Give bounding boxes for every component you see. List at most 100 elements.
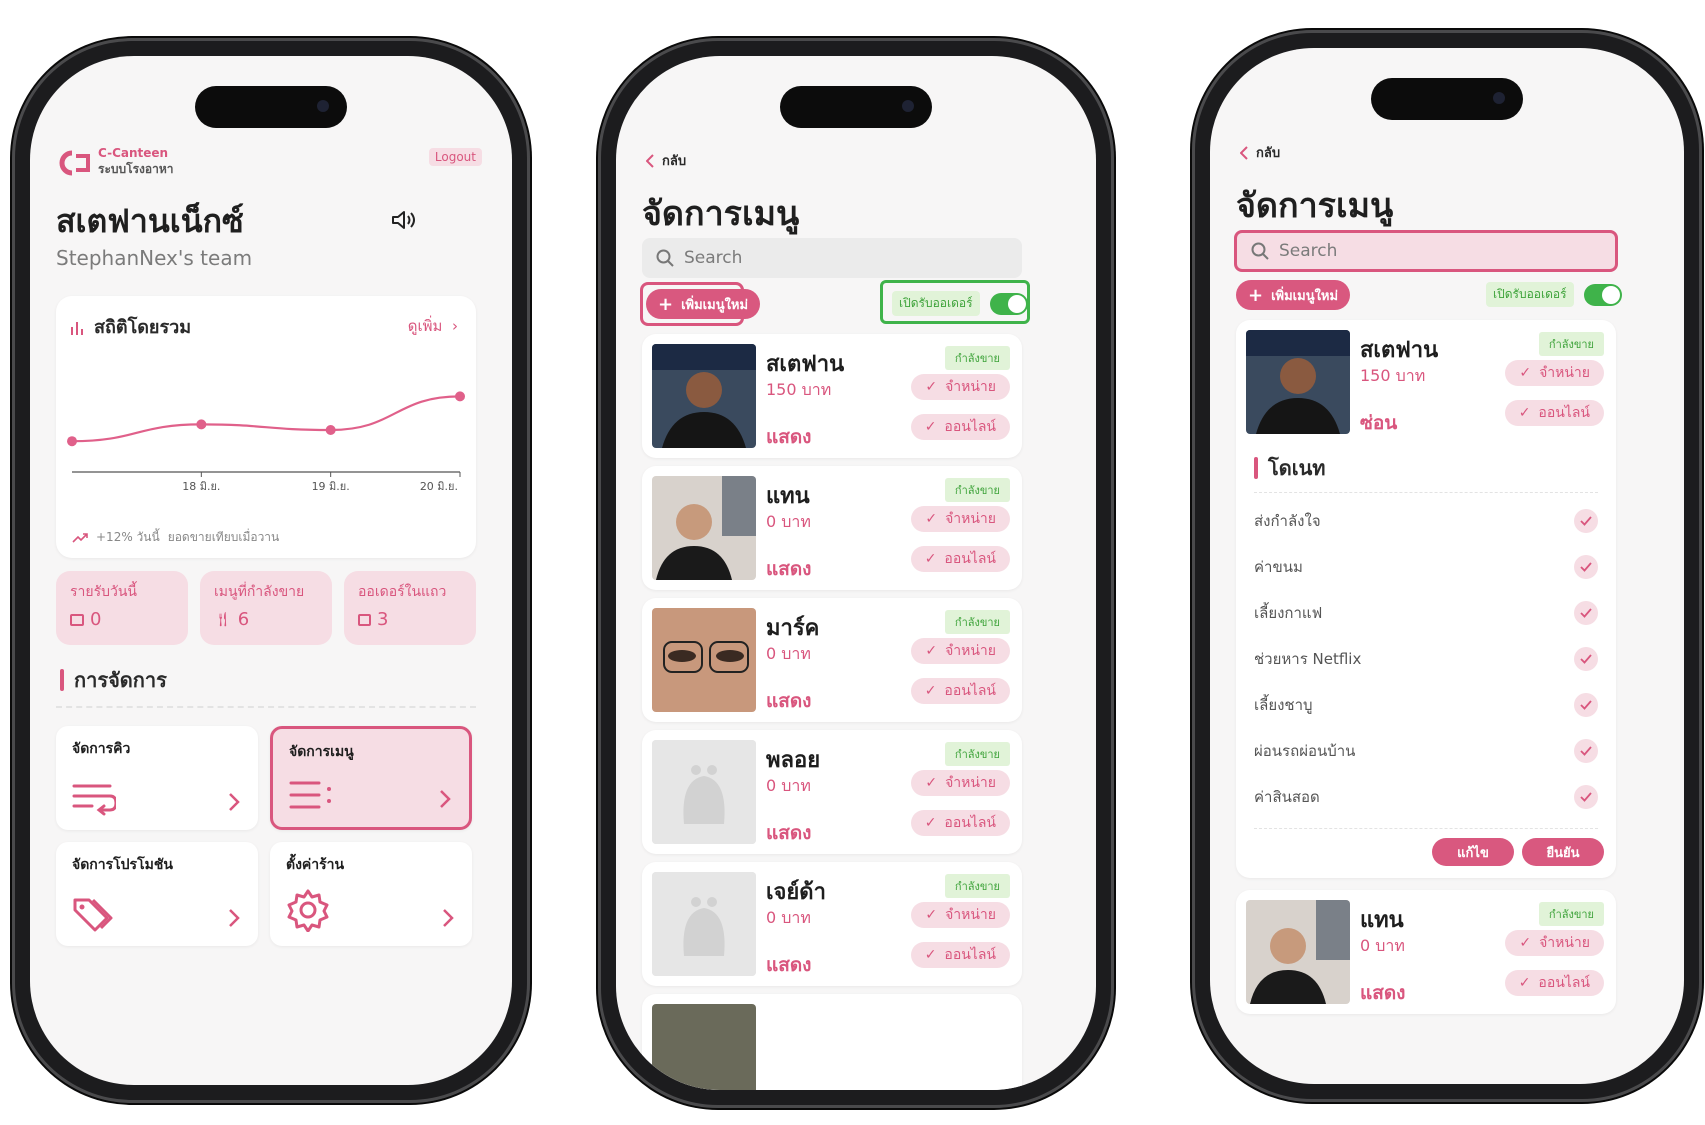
menu-item-card[interactable]: เจย์ด้า 0 บาท แสดง กำลังขาย ✓ จำหน่าย ✓ ออ…: [642, 862, 1022, 986]
sell-chip[interactable]: ✓ จำหน่าย: [911, 902, 1010, 928]
data-point: [325, 425, 336, 435]
back-button[interactable]: กลับ: [646, 150, 686, 171]
menu-item-card[interactable]: แทน 0 บาท แสดง กำลังขาย ✓ จำหน่าย ✓ ออนไลน…: [642, 466, 1022, 590]
check-icon[interactable]: [1574, 693, 1598, 717]
menu-visibility[interactable]: แสดง: [1360, 978, 1405, 1008]
open-orders-label: เปิดรับออเดอร์: [1486, 282, 1574, 307]
data-point: [196, 419, 207, 430]
manage-card-title: จัดการโปรโมชัน: [72, 857, 173, 873]
donate-option[interactable]: ค่าขนม: [1254, 552, 1598, 582]
check-icon[interactable]: [1574, 785, 1598, 809]
menu-photo: [652, 476, 756, 580]
kpi-label: เมนูที่กำลังขาย: [214, 584, 305, 600]
check-icon[interactable]: [1574, 601, 1598, 625]
manage-queue-card[interactable]: จัดการคิว: [56, 726, 258, 830]
manage-section-title: การจัดการ: [74, 668, 167, 692]
logout-button[interactable]: Logout: [428, 148, 482, 166]
bar-chart-icon: [71, 321, 83, 335]
donate-option[interactable]: ค่าสินสอด: [1254, 782, 1598, 812]
menu-photo: [652, 740, 756, 844]
sell-chip[interactable]: ✓ จำหน่าย: [911, 506, 1010, 532]
back-button[interactable]: กลับ: [1240, 142, 1280, 163]
sell-label: จำหน่าย: [945, 511, 996, 527]
menu-price: 150 บาท: [766, 380, 832, 399]
donate-option-label: เลี้ยงชาบู: [1254, 696, 1313, 714]
add-menu-button[interactable]: + เพิ่มเมนูใหม่: [1236, 280, 1351, 310]
menu-visibility[interactable]: แสดง: [766, 686, 811, 716]
x-tick-label: 18 มิ.ย.: [182, 480, 220, 493]
check-icon[interactable]: [1574, 509, 1598, 533]
search-icon: [1251, 242, 1269, 260]
online-chip[interactable]: ✓ ออนไลน์: [910, 414, 1010, 440]
add-menu-button[interactable]: + เพิ่มเมนูใหม่: [646, 289, 761, 319]
edit-button[interactable]: แก้ไข: [1432, 838, 1514, 866]
confirm-button[interactable]: ยืนยัน: [1522, 838, 1604, 866]
menu-price: 0 บาท: [1360, 936, 1405, 955]
shop-settings-card[interactable]: ตั้งค่าร้าน: [270, 842, 472, 946]
search-input[interactable]: Search: [642, 238, 1022, 278]
manage-promotion-card[interactable]: จัดการโปรโมชัน: [56, 842, 258, 946]
check-icon: ✓: [1518, 975, 1531, 991]
open-orders-group: เปิดรับออเดอร์: [1486, 282, 1622, 307]
check-icon: ✓: [925, 511, 938, 527]
online-chip[interactable]: ✓ ออนไลน์: [910, 678, 1010, 704]
menu-visibility[interactable]: แสดง: [766, 554, 811, 584]
phone-home: C-Canteen ระบบโรงอาหา Logout สเตฟานเน็กซ…: [12, 38, 530, 1103]
check-icon[interactable]: [1574, 647, 1598, 671]
online-chip[interactable]: ✓ ออนไลน์: [1504, 970, 1604, 996]
online-chip[interactable]: ✓ ออนไลน์: [1504, 400, 1604, 426]
online-label: ออนไลน์: [944, 419, 996, 435]
manage-menu-card[interactable]: จัดการเมนู: [270, 726, 472, 830]
online-chip[interactable]: ✓ ออนไลน์: [910, 810, 1010, 836]
menu-item-card[interactable]: มาร์ค 0 บาท แสดง กำลังขาย ✓ จำหน่าย ✓ ออนไ…: [642, 598, 1022, 722]
sell-chip[interactable]: ✓ จำหน่าย: [1505, 930, 1604, 956]
kpi-orders-queue[interactable]: ออเดอร์ในแถว 3: [344, 571, 476, 645]
manage-card-title: ตั้งค่าร้าน: [286, 857, 345, 873]
menu-visibility[interactable]: ซ่อน: [1360, 408, 1397, 438]
back-label: กลับ: [1256, 146, 1281, 161]
chevron-right-icon: [229, 793, 240, 811]
menu-item-card[interactable]: สเตฟาน 150 บาท แสดง กำลังขาย ✓ จำหน่าย ✓ อ…: [642, 334, 1022, 458]
online-chip[interactable]: ✓ ออนไลน์: [910, 546, 1010, 572]
speaker-icon[interactable]: [390, 208, 418, 232]
kpi-menus-selling[interactable]: เมนูที่กำลังขาย 🍴︎ 6: [200, 571, 332, 645]
open-orders-toggle[interactable]: [1583, 283, 1622, 306]
see-more-link[interactable]: ดูเพิ่ม ›: [408, 314, 458, 338]
online-chip[interactable]: ✓ ออนไลน์: [910, 942, 1010, 968]
menu-item-card-expanded[interactable]: สเตฟาน 150 บาท ซ่อน กำลังขาย ✓ จำหน่าย ✓ อ…: [1236, 320, 1616, 878]
search-input[interactable]: Search: [1234, 230, 1618, 272]
online-label: ออนไลน์: [944, 947, 996, 963]
kpi-label: ออเดอร์ในแถว: [358, 584, 447, 600]
menu-photo: [1246, 900, 1350, 1004]
list-icon: [358, 613, 371, 626]
donate-option[interactable]: ส่งกำลังใจ: [1254, 506, 1598, 536]
open-orders-toggle[interactable]: [989, 292, 1028, 315]
check-icon: ✓: [924, 551, 937, 567]
check-icon: ✓: [1518, 405, 1531, 421]
page-title: จัดการเมนู: [1236, 186, 1394, 226]
donate-option[interactable]: เลี้ยงชาบู: [1254, 690, 1598, 720]
menu-photo: [652, 344, 756, 448]
donate-option[interactable]: เลี้ยงกาแฟ: [1254, 598, 1598, 628]
manage-card-title: จัดการคิว: [72, 741, 131, 757]
check-icon[interactable]: [1574, 739, 1598, 763]
menu-visibility[interactable]: แสดง: [766, 818, 811, 848]
sell-label: จำหน่าย: [945, 379, 996, 395]
sell-chip[interactable]: ✓ จำหน่าย: [911, 374, 1010, 400]
eyes-photo-icon: [652, 608, 756, 712]
plus-icon: +: [1248, 284, 1264, 306]
sell-chip[interactable]: ✓ จำหน่าย: [1505, 360, 1604, 386]
check-icon[interactable]: [1574, 555, 1598, 579]
menu-visibility[interactable]: แสดง: [766, 950, 811, 980]
check-icon: ✓: [924, 815, 937, 831]
kpi-revenue[interactable]: รายรับวันนี้ 0: [56, 571, 188, 645]
menu-item-card-partial[interactable]: [642, 994, 1022, 1090]
sell-chip[interactable]: ✓ จำหน่าย: [911, 770, 1010, 796]
donate-option[interactable]: ผ่อนรถผ่อนบ้าน: [1254, 736, 1598, 766]
check-icon: ✓: [925, 379, 938, 395]
menu-visibility[interactable]: แสดง: [766, 422, 811, 452]
donate-option[interactable]: ช่วยหาร Netflix: [1254, 644, 1598, 674]
sell-chip[interactable]: ✓ จำหน่าย: [911, 638, 1010, 664]
menu-item-card[interactable]: แทน 0 บาท แสดง กำลังขาย ✓ จำหน่าย ✓ ออนไลน…: [1236, 890, 1616, 1014]
menu-item-card[interactable]: พลอย 0 บาท แสดง กำลังขาย ✓ จำหน่าย ✓ ออนไล…: [642, 730, 1022, 854]
